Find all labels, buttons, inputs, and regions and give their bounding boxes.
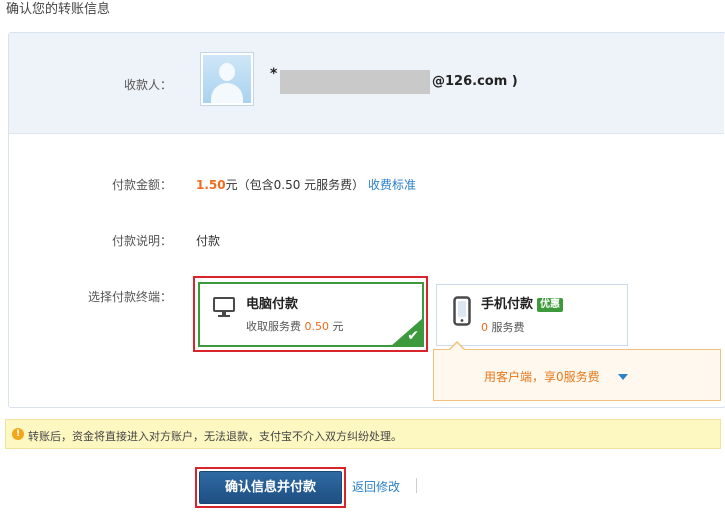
avatar xyxy=(200,52,254,106)
amount-line: 1.50元（包含0.50 元服务费） 收费标准 xyxy=(196,176,416,193)
warning-text: 转账后，资金将直接进入对方账户，无法退款，支付宝不介入双方纠纷处理。 xyxy=(28,430,402,443)
confirm-pay-button[interactable]: 确认信息并付款 xyxy=(199,471,342,504)
amount-value: 1.50 xyxy=(196,178,226,192)
user-silhouette-icon xyxy=(203,55,251,103)
client-promo-tooltip[interactable]: 用客户端，享0服务费 xyxy=(433,341,721,401)
mobile-option-title-text: 手机付款 xyxy=(481,297,534,312)
page-title: 确认您的转账信息 xyxy=(6,2,111,17)
pc-option-title: 电脑付款 xyxy=(246,297,299,312)
back-to-edit-link[interactable]: 返回修改 xyxy=(352,478,400,495)
divider xyxy=(416,478,417,493)
description-value: 付款 xyxy=(196,234,221,248)
mobile-fee-suffix: 服务费 xyxy=(491,321,525,334)
terminal-label: 选择付款终端： xyxy=(87,290,172,304)
discount-badge: 优惠 xyxy=(537,298,564,312)
pc-fee-unit: 元 xyxy=(332,320,344,333)
amount-unit: 元 xyxy=(225,178,238,192)
pc-payment-option[interactable]: 电脑付款 收取服务费 0.50 元 ✔ xyxy=(198,282,424,347)
fee-standard-link[interactable]: 收费标准 xyxy=(368,178,416,192)
mobile-payment-option[interactable]: 手机付款 优惠 0 服务费 xyxy=(436,284,628,346)
payee-label: 收款人： xyxy=(123,78,172,92)
pc-option-fee: 收取服务费 0.50 元 xyxy=(246,318,344,334)
caret-down-icon[interactable] xyxy=(618,374,628,380)
warning-bar: ! 转账后，资金将直接进入对方账户，无法退款，支付宝不介入双方纠纷处理。 xyxy=(5,419,721,449)
phone-icon xyxy=(453,296,471,326)
mobile-fee-value: 0 xyxy=(481,321,488,334)
description-label: 付款说明： xyxy=(111,234,172,248)
mobile-option-title: 手机付款 优惠 xyxy=(481,293,564,312)
payee-email-redaction xyxy=(280,70,430,94)
warning-icon: ! xyxy=(12,428,24,440)
checkmark-icon: ✔ xyxy=(407,328,419,344)
mobile-option-fee: 0 服务费 xyxy=(481,319,525,335)
promo-text: 用客户端，享0服务费 xyxy=(484,370,600,384)
monitor-icon xyxy=(213,297,235,317)
pc-fee-prefix: 收取服务费 xyxy=(246,320,301,333)
amount-label: 付款金额： xyxy=(111,178,172,192)
pc-fee-value: 0.50 xyxy=(304,320,330,333)
amount-note: （包含0.50 元服务费） xyxy=(237,178,365,192)
payee-email-prefix: * xyxy=(270,66,278,82)
payee-email: @126.com ) xyxy=(432,74,518,89)
